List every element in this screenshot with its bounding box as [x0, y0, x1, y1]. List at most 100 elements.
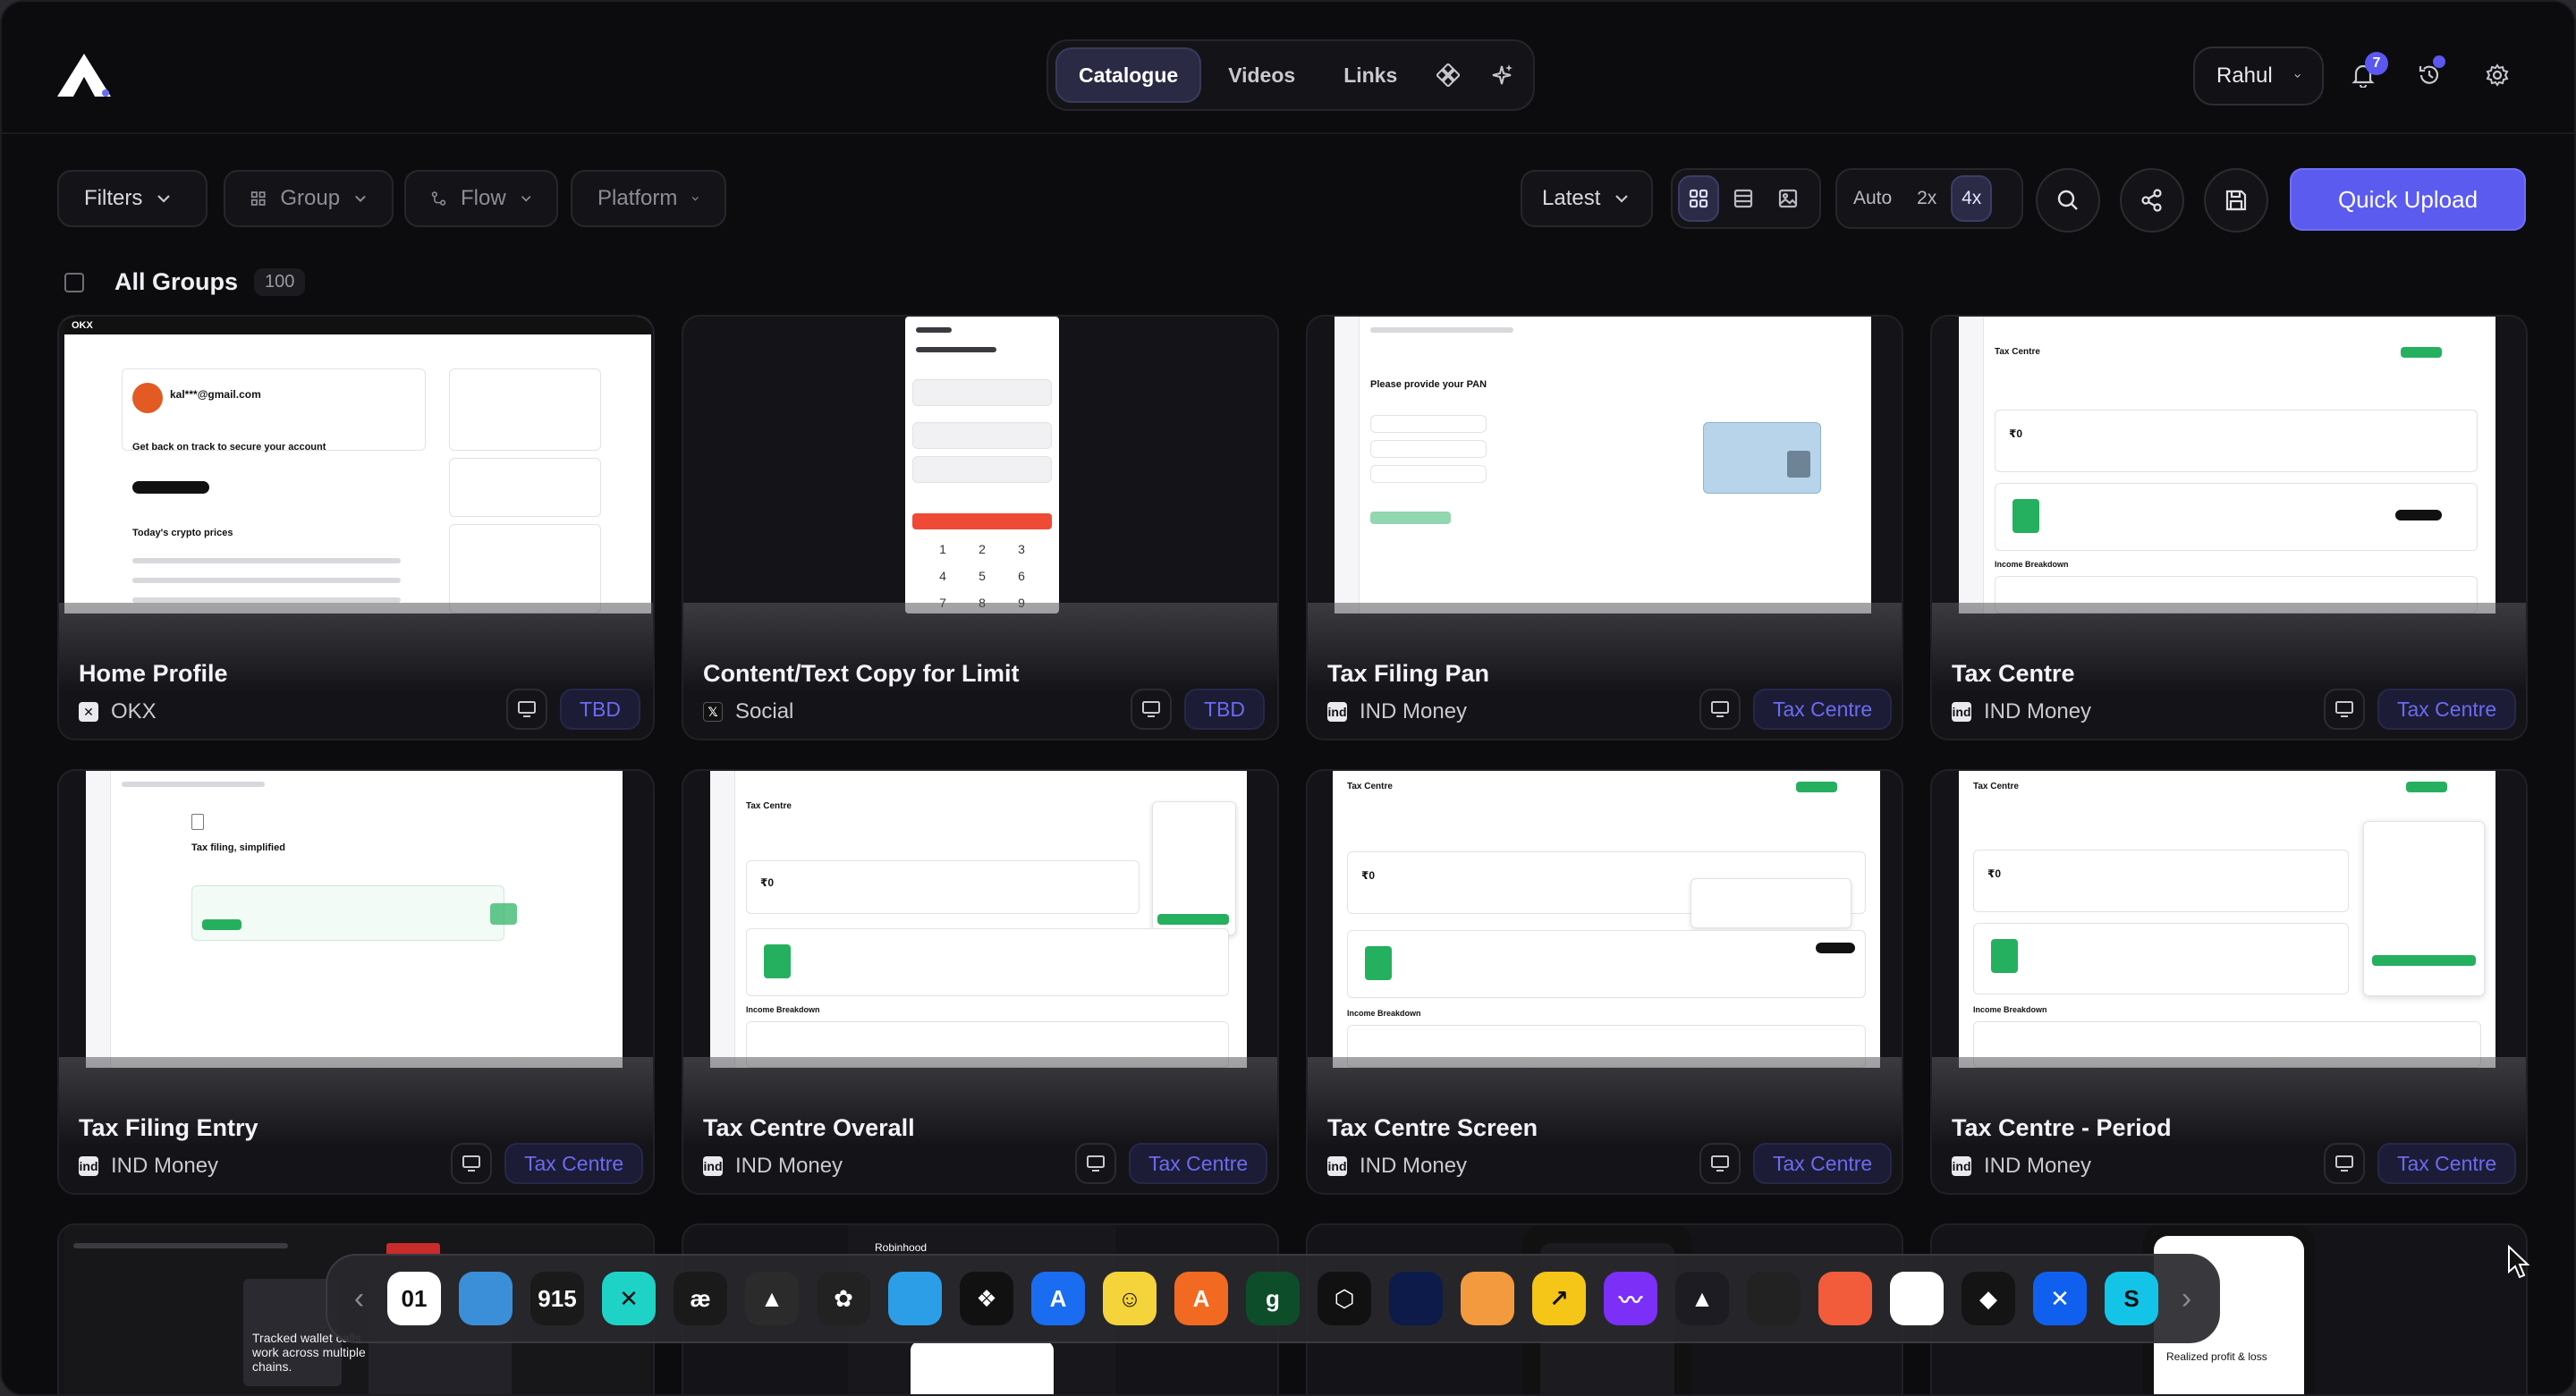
card-tag[interactable]: Tax Centre	[504, 1143, 644, 1184]
indmoney-app-icon: ind	[703, 1156, 723, 1176]
ring-app-icon[interactable]: ✿	[817, 1272, 870, 1325]
genie-app-icon[interactable]	[888, 1272, 942, 1325]
app-logo-icon[interactable]	[55, 52, 113, 98]
card-app-name: IND Money	[1360, 699, 1468, 723]
tab-videos[interactable]: Videos	[1207, 47, 1317, 103]
list-view-icon	[1733, 189, 1753, 208]
notification-button[interactable]: 7	[2345, 52, 2388, 93]
binance-app-icon[interactable]: ◆	[1962, 1272, 2015, 1325]
device-button[interactable]	[2324, 1143, 2365, 1184]
indmoney-app-icon: ind	[1327, 702, 1347, 722]
flow-icon[interactable]	[1424, 47, 1472, 103]
history-button[interactable]	[2411, 55, 2447, 93]
side-rail	[86, 771, 111, 1068]
lock-app-icon[interactable]	[1747, 1272, 1801, 1325]
wave-app-icon[interactable]: 〰	[1604, 1272, 1657, 1325]
select-all-checkbox[interactable]	[64, 272, 84, 292]
card-tag[interactable]: Tax Centre	[1129, 1143, 1268, 1184]
filters-label: Filters	[84, 186, 143, 210]
scale-2x-button[interactable]: 2x	[1906, 175, 1947, 222]
915-app-icon[interactable]: 915	[530, 1272, 584, 1325]
share-button[interactable]	[2120, 168, 2184, 233]
platform-button[interactable]: Platform	[571, 170, 726, 227]
triangle-app-icon[interactable]: ▲	[745, 1272, 799, 1325]
quick-upload-button[interactable]: Quick Upload	[2290, 168, 2526, 231]
shield-app-icon[interactable]: ⬡	[1318, 1272, 1371, 1325]
card-tag[interactable]: TBD	[1184, 689, 1265, 730]
device-button[interactable]	[1131, 689, 1172, 730]
card-tag[interactable]: Tax Centre	[1753, 689, 1893, 730]
device-button[interactable]	[2324, 689, 2365, 730]
list-view-button[interactable]	[1723, 175, 1764, 222]
device-button[interactable]	[506, 689, 547, 730]
scale-auto-button[interactable]: Auto	[1843, 175, 1902, 222]
compass-app-icon[interactable]	[1461, 1272, 1514, 1325]
x-cross-app-icon[interactable]: ✕	[602, 1272, 656, 1325]
tab-links[interactable]: Links	[1322, 47, 1419, 103]
g-green-app-icon[interactable]: ɡ	[1246, 1272, 1300, 1325]
arrow-app-icon[interactable]: ↗	[1532, 1272, 1586, 1325]
filters-button[interactable]: Filters	[57, 170, 208, 227]
face-app-icon[interactable]: ☺	[1103, 1272, 1157, 1325]
screen-card[interactable]: OKX kal***@gmail.com Get back on track t…	[57, 315, 655, 740]
monitor-icon	[518, 701, 536, 717]
image-view-button[interactable]	[1767, 175, 1809, 222]
save-button[interactable]	[2204, 168, 2268, 233]
a-blue-app-icon[interactable]: A	[1031, 1272, 1085, 1325]
name-input	[1370, 440, 1487, 458]
screen-card[interactable]: 123456789 Content/Text Copy for Limit 𝕏 …	[682, 315, 1279, 740]
dock-next-button[interactable]: ›	[2176, 1272, 2197, 1325]
search-icon	[2057, 190, 2078, 210]
device-button[interactable]	[451, 1143, 492, 1184]
screen-card[interactable]: Tax filing, simplified Tax Filing Entry …	[57, 769, 655, 1195]
x-blue-app-icon[interactable]: ✕	[2033, 1272, 2087, 1325]
flow-button[interactable]: Flow	[404, 170, 558, 227]
card-tag[interactable]: Tax Centre	[2377, 689, 2517, 730]
card-tag[interactable]: TBD	[560, 689, 640, 730]
card-tag[interactable]: Tax Centre	[2377, 1143, 2517, 1184]
user-menu-button[interactable]: Rahul	[2193, 47, 2324, 106]
dock-prev-button[interactable]: ‹	[349, 1272, 369, 1325]
card-app-icon[interactable]	[1818, 1272, 1872, 1325]
income-value: ₹0	[1361, 869, 1376, 882]
card-app-name: IND Money	[1360, 1154, 1468, 1178]
grid-view-button[interactable]	[1678, 175, 1719, 222]
card-title: Home Profile	[79, 660, 228, 687]
profile-block	[122, 368, 426, 451]
tab-catalogue[interactable]: Catalogue	[1055, 47, 1202, 103]
device-button[interactable]	[1075, 1143, 1116, 1184]
screen-card[interactable]: Please provide your PAN Tax Filing Pan i…	[1306, 315, 1903, 740]
screen-card[interactable]: Tax Centre ₹0 Income Breakdown Tax Centr…	[1930, 315, 2528, 740]
card-tag[interactable]: Tax Centre	[1753, 1143, 1893, 1184]
card-app-name: IND Money	[735, 1154, 843, 1178]
dropbox-app-icon[interactable]: ❖	[960, 1272, 1013, 1325]
indmoney-app-icon: ind	[1952, 1156, 1971, 1176]
device-button[interactable]	[1699, 1143, 1741, 1184]
device-button[interactable]	[1699, 689, 1741, 730]
search-button[interactable]	[2036, 168, 2100, 233]
scale-4x-button[interactable]: 4x	[1951, 175, 1993, 222]
sparkle-icon[interactable]	[1478, 47, 1526, 103]
lotus-app-icon[interactable]	[1389, 1272, 1443, 1325]
group-button[interactable]: Group	[224, 170, 394, 227]
main-nav: Catalogue Videos Links	[1046, 39, 1535, 111]
card-title: Tax Centre Overall	[703, 1114, 915, 1141]
view-mode-toggle	[1671, 168, 1821, 229]
screen-card[interactable]: Tax Centre ₹0 Income Breakdown Tax Centr…	[1930, 769, 2528, 1195]
s-cyan-app-icon[interactable]: S	[2105, 1272, 2158, 1325]
a-orange-app-icon[interactable]: A	[1174, 1272, 1228, 1325]
app-dock: ‹ 01 915 ✕ æ ▲ ✿ ❖ A ☺ Aɡ ⬡ ↗ 〰 ▲ ◆ ✕ S ›	[326, 1254, 2220, 1343]
okx-logo: OKX	[72, 320, 93, 331]
keypad: 123456789	[939, 542, 1025, 610]
mountain-app-icon[interactable]: ▲	[1675, 1272, 1729, 1325]
landscape-app-icon[interactable]	[459, 1272, 513, 1325]
01-app-icon[interactable]: 01	[387, 1272, 441, 1325]
sort-button[interactable]: Latest	[1521, 170, 1653, 227]
settings-button[interactable]	[2479, 57, 2515, 93]
bolt-app-icon[interactable]	[1890, 1272, 1944, 1325]
save-icon	[2225, 190, 2247, 211]
ae-app-icon[interactable]: æ	[674, 1272, 727, 1325]
screen-card[interactable]: Tax Centre ₹0 Income Breakdown Tax Centr…	[682, 769, 1279, 1195]
okx-app-icon: ✕	[79, 702, 98, 722]
screen-card[interactable]: Tax Centre ₹0 Income Breakdown Tax Centr…	[1306, 769, 1903, 1195]
